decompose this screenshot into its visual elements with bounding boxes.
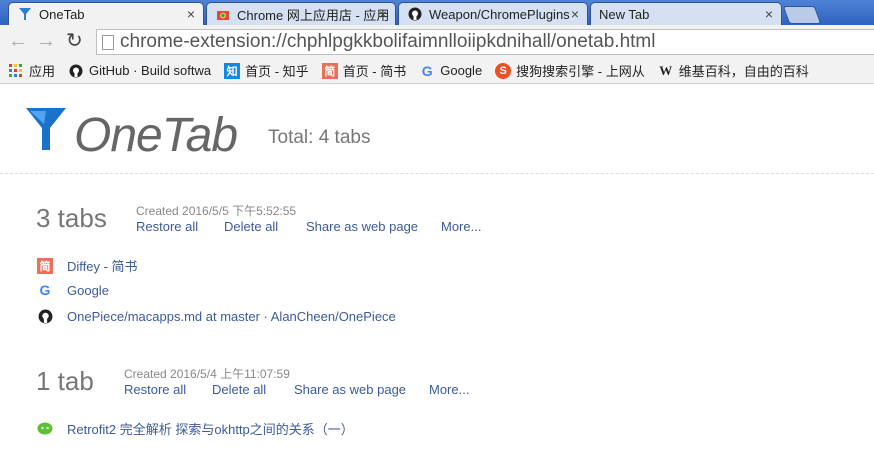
close-tab-icon[interactable]: × — [187, 6, 195, 22]
list-item[interactable]: 简 Diffey - 简书 — [37, 256, 138, 275]
browser-tab-chrome-store[interactable]: Chrome 网上应用店 - 应用 × — [206, 2, 396, 25]
bookmark-jianshu[interactable]: 简 首页 - 简书 — [321, 61, 407, 80]
forward-arrow-icon[interactable]: → — [36, 31, 56, 51]
browser-tab-onetab[interactable]: OneTab × — [8, 2, 204, 25]
tab-label: New Tab — [599, 6, 650, 22]
list-item[interactable]: G Google — [37, 282, 109, 298]
header-divider — [0, 173, 874, 174]
bookmark-label: GitHub · Build softwa — [89, 63, 212, 78]
bookmark-label: 应用 — [29, 64, 56, 79]
bookmark-wikipedia[interactable]: W 维基百科，自由的百科 — [658, 61, 809, 80]
bookmark-sogou[interactable]: S 搜狗搜索引擎 - 上网从 — [495, 61, 645, 80]
restore-all-link[interactable]: Restore all — [124, 382, 186, 397]
group-count: 3 tabs — [36, 203, 107, 233]
total-tabs: Total: 4 tabs — [268, 127, 371, 148]
list-item[interactable]: OnePiece/macapps.md at master · AlanChee… — [37, 308, 396, 324]
close-tab-icon[interactable]: × — [765, 6, 773, 22]
group-created: Created 2016/5/4 上午11:07:59 — [124, 367, 290, 381]
delete-all-link[interactable]: Delete all — [212, 382, 266, 397]
tab-label: OneTab — [39, 6, 85, 22]
brand-title: OneTab — [74, 109, 238, 162]
share-web-page-link[interactable]: Share as web page — [306, 219, 418, 234]
restore-all-link[interactable]: Restore all — [136, 219, 198, 234]
item-title: Diffey - 简书 — [67, 259, 138, 274]
bookmark-label: 首页 - 简书 — [342, 64, 407, 79]
more-link[interactable]: More... — [429, 382, 469, 397]
more-link[interactable]: More... — [441, 219, 481, 234]
delete-all-link[interactable]: Delete all — [224, 219, 278, 234]
browser-tab-github[interactable]: Weapon/ChromePlugins × — [398, 2, 588, 25]
bookmark-label: 首页 - 知乎 — [245, 64, 309, 79]
bookmark-label: 搜狗搜索引擎 - 上网从 — [516, 64, 645, 79]
google-icon: G — [39, 282, 51, 298]
bookmark-apps[interactable]: 应用 — [8, 61, 55, 80]
group-created: Created 2016/5/5 下午5:52:55 — [136, 204, 297, 218]
new-tab-button[interactable] — [782, 6, 822, 24]
bookmark-label: 维基百科，自由的百科 — [678, 64, 809, 79]
chrome-store-icon — [215, 6, 231, 22]
page-icon — [102, 34, 114, 50]
address-text: chrome-extension://chphlpgkkbolifaimnllo… — [120, 31, 656, 52]
sogou-icon: S — [495, 62, 512, 79]
apps-icon — [8, 63, 24, 79]
zhihu-icon: 知 — [224, 62, 241, 79]
bookmark-label: Google — [440, 63, 483, 78]
jianshu-icon: 简 — [37, 257, 53, 274]
back-arrow-icon[interactable]: ← — [8, 31, 28, 51]
reload-icon[interactable]: ↻ — [66, 31, 83, 51]
address-bar[interactable]: chrome-extension://chphlpgkkbolifaimnllo… — [96, 29, 874, 55]
close-tab-icon[interactable]: × — [379, 6, 387, 22]
tab-label: Chrome 网上应用店 - 应用 — [237, 7, 390, 23]
jianshu-icon: 简 — [321, 62, 338, 79]
browser-tab-new-tab[interactable]: New Tab × — [590, 2, 782, 25]
wikipedia-icon: W — [659, 62, 673, 78]
share-web-page-link[interactable]: Share as web page — [294, 382, 406, 397]
bookmark-zhihu[interactable]: 知 首页 - 知乎 — [224, 61, 309, 80]
wechat-icon — [37, 421, 53, 437]
onetab-favicon-icon — [17, 6, 33, 22]
github-icon — [37, 308, 53, 324]
bookmarks-bar: 应用 GitHub · Build softwa 知 首页 - 知乎 简 首页 … — [0, 58, 874, 84]
google-icon: G — [421, 62, 433, 79]
item-title: Google — [67, 282, 109, 298]
bookmark-google[interactable]: G Google — [419, 63, 482, 79]
onetab-logo-icon — [24, 104, 68, 154]
close-tab-icon[interactable]: × — [571, 6, 579, 22]
tab-label: Weapon/ChromePlugins — [429, 6, 570, 22]
list-item[interactable]: Retrofit2 完全解析 探索与okhttp之间的关系（一） — [37, 419, 354, 438]
group-count: 1 tab — [36, 366, 94, 396]
bookmark-github[interactable]: GitHub · Build softwa — [68, 63, 211, 79]
github-icon — [68, 63, 84, 79]
item-title: OnePiece/macapps.md at master · AlanChee… — [67, 308, 396, 324]
item-title: Retrofit2 完全解析 探索与okhttp之间的关系（一） — [67, 422, 354, 437]
tab-strip: OneTab × Chrome 网上应用店 - 应用 × Weapon/Chro… — [0, 0, 874, 25]
github-icon — [407, 6, 423, 22]
